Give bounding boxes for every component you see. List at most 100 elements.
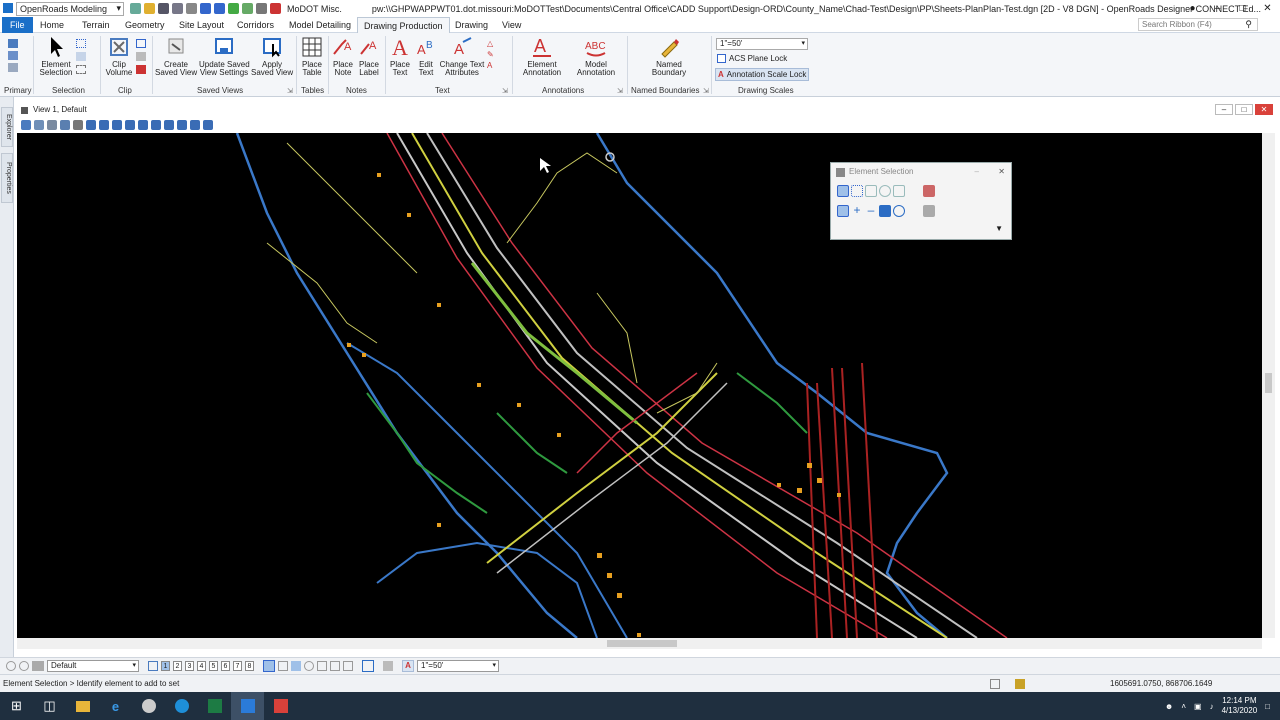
dialog-launcher-icon[interactable]: ⇲ [617,87,623,95]
chrome-icon[interactable] [132,692,165,720]
volume-icon[interactable]: ♪ [1210,702,1214,711]
line-method-icon[interactable] [893,185,905,197]
fit-icon[interactable] [362,660,374,672]
individual-method-icon[interactable] [837,185,849,197]
message-center-icon[interactable] [990,679,1000,689]
clip-volume-button[interactable]: Clip Volume [104,36,134,77]
network-icon[interactable]: ▣ [1194,702,1202,711]
place-table-button[interactable]: Place Table [299,36,325,77]
tab-home[interactable]: Home [34,17,70,33]
snaps-icon[interactable] [19,661,29,671]
tab-view[interactable]: View [496,17,527,33]
snap-center-icon[interactable] [304,661,314,671]
clear-selection-icon[interactable] [923,185,935,197]
change-text-attributes-button[interactable]: A Change Text Attributes [439,36,485,77]
expand-dialog-icon[interactable]: ▼ [995,224,1003,233]
annotation-scale-lock-toggle[interactable]: A Annotation Scale Lock [715,68,810,81]
tab-geometry[interactable]: Geometry [119,17,171,33]
dock-tab-properties[interactable]: Properties [1,153,13,203]
zoom-in-icon[interactable] [86,120,96,130]
view-tool-icon[interactable] [60,120,70,130]
dialog-launcher-icon[interactable]: ⇲ [502,87,508,95]
model-annotation-button[interactable]: ABC Model Annotation [570,36,622,77]
snap-origin-icon[interactable] [317,661,327,671]
new-icon[interactable] [130,3,141,14]
display-style-icon[interactable] [34,120,44,130]
window-area-icon[interactable] [112,120,122,130]
search-icon[interactable]: ⚲ [1245,19,1252,30]
fence-icon[interactable] [76,65,86,74]
view-button-5[interactable]: 5 [209,661,218,671]
dialog-minimize-button[interactable]: – [975,163,979,181]
pan-view-icon[interactable] [151,120,161,130]
ie-icon[interactable]: e [99,692,132,720]
snap-keypoint-icon[interactable] [278,661,288,671]
annotation-scale-icon[interactable]: A [402,660,414,672]
dialog-launcher-icon[interactable]: ⇲ [287,87,293,95]
shape-method-icon[interactable] [865,185,877,197]
tab-model-detailing[interactable]: Model Detailing [283,17,357,33]
sync-icon[interactable] [242,3,253,14]
vertical-scroll-thumb[interactable] [1265,373,1272,393]
next-view-icon[interactable] [177,120,187,130]
clock[interactable]: 12:14 PM 4/13/2020 [1222,696,1258,716]
snap-intersection-icon[interactable] [343,661,353,671]
add-mode-icon[interactable]: + [851,204,863,217]
view-button-8[interactable]: 8 [245,661,254,671]
user-icon[interactable]: ● [1180,0,1205,17]
redo-icon[interactable] [214,3,225,14]
excel-icon[interactable] [198,692,231,720]
zoom-out-icon[interactable] [99,120,109,130]
view-button-4[interactable]: 4 [197,661,206,671]
dialog-close-button[interactable]: ✕ [998,163,1005,181]
drawing-scale-select[interactable]: 1"=50' ▾ [716,38,808,50]
place-text-button[interactable]: A Place Text [387,36,413,77]
view-button-2[interactable]: 2 [173,661,182,671]
select-all-mode-icon[interactable] [893,205,905,217]
tab-drawing[interactable]: Drawing [449,17,494,33]
notifications-icon[interactable]: □ [1265,702,1270,711]
save-icon[interactable] [158,3,169,14]
clip-front-icon[interactable] [136,52,146,61]
dock-tab-explorer[interactable]: Explorer [1,107,13,147]
view-button-6[interactable]: 6 [221,661,230,671]
tab-drawing-production[interactable]: Drawing Production [357,17,450,33]
horizontal-scroll-thumb[interactable] [607,640,677,647]
people-icon[interactable]: ☻ [1165,702,1173,711]
skype-icon[interactable] [165,692,198,720]
workspace-select[interactable]: OpenRoads Modeling [16,1,124,16]
clip-clear-icon[interactable] [136,65,146,74]
open-icon[interactable] [144,3,155,14]
locks-icon[interactable] [6,661,16,671]
circle-method-icon[interactable] [879,185,891,197]
select-by-icon[interactable] [76,52,86,61]
ribbon-search-input[interactable]: Search Ribbon (F4) [1138,18,1258,31]
vertical-scrollbar[interactable] [1262,133,1275,638]
block-method-icon[interactable] [851,185,863,197]
element-annotation-button[interactable]: A Element Annotation [516,36,568,77]
element-selection-button[interactable]: Element Selection [38,36,74,77]
views-icon[interactable] [148,661,158,671]
settings-icon[interactable] [47,120,57,130]
view-attributes-icon[interactable] [21,120,31,130]
rotate-view-icon[interactable] [138,120,148,130]
accudraw-icon[interactable] [263,660,275,672]
update-view-icon[interactable] [73,120,83,130]
snap-nearest-icon[interactable] [291,661,301,671]
print-icon[interactable] [186,3,197,14]
tab-file[interactable]: File [2,17,33,33]
selection-options-icon[interactable] [923,205,935,217]
text-style-icon[interactable]: ✎ [487,49,499,60]
horizontal-scrollbar[interactable] [17,638,1262,649]
fit-view-icon[interactable] [125,120,135,130]
tab-terrain[interactable]: Terrain [76,17,116,33]
projectwise-icon[interactable] [264,692,297,720]
view-button-7[interactable]: 7 [233,661,242,671]
pin-icon[interactable] [228,3,239,14]
file-explorer-icon[interactable] [66,692,99,720]
new-mode-icon[interactable] [837,205,849,217]
view-canvas[interactable] [17,133,1262,638]
view-close-button[interactable]: ✕ [1255,104,1273,115]
abc-icon[interactable]: △ [487,38,499,49]
openroads-icon[interactable] [231,692,264,720]
